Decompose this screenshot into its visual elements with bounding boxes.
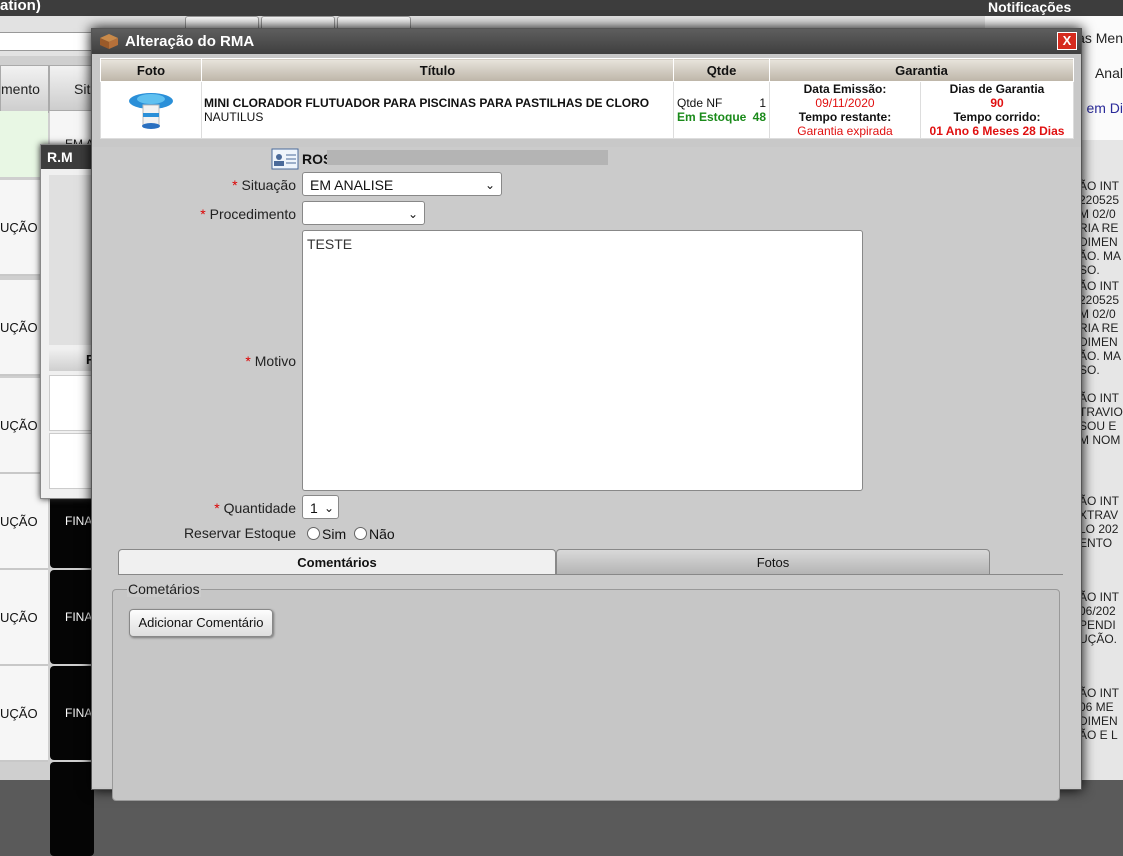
column-header-titulo: Título [201,58,674,82]
notification-item[interactable]: ÃO INT 220525 M 02/0 RIA RE DIMEN ÃO. MA… [1079,279,1123,377]
radio-nao[interactable] [354,527,368,540]
quantidade-select[interactable]: 1 ⌄ [302,495,339,519]
tab-comentarios[interactable]: Comentários [118,549,556,575]
background-rm-panel [49,175,95,345]
client-card-icon [271,148,299,170]
stock-value: 48 [752,110,766,124]
background-rm-header: F [49,349,95,371]
add-comment-button[interactable]: Adicionar Comentário [129,609,273,637]
qtde-nf-label: Qtde NF [677,96,723,110]
radio-nao-label: Não [369,526,395,542]
dialog-titlebar[interactable]: Alteração do RMA X [92,29,1081,54]
situacao-label: * Situação [232,177,296,193]
background-titlebar: ation) [0,0,985,16]
product-photo-cell [100,81,202,139]
notification-item[interactable]: ÃO INT 06 ME DIMEN ÃO E L [1079,686,1123,742]
issue-date-value: 09/11/2020 [815,96,875,110]
background-title: ation) [0,0,41,14]
chevron-down-icon: ⌄ [323,501,334,515]
background-row-situation: UÇÃO [0,666,48,762]
warranty-date-cell: Data Emissão: 09/11/2020 Tempo restante:… [769,81,921,139]
qtde-nf-value: 1 [759,96,766,110]
column-header-foto: Foto [100,58,202,82]
tab-divider [118,574,1063,575]
background-rm-window-title: R.M [41,145,95,169]
reservar-estoque-options: Sim Não [307,526,395,542]
comentarios-fieldset: Cometários Adicionar Comentário [112,581,1060,801]
stock-label: Em Estoque [677,110,747,124]
package-icon [100,34,118,49]
column-header-qtde: Qtde [673,58,770,82]
warranty-days-cell: Dias de Garantia 90 Tempo corrido: 01 An… [920,81,1074,139]
product-image[interactable] [121,87,181,133]
remaining-time-value: Garantia expirada [797,124,893,138]
notification-item[interactable]: ÃO INT TRAVIO SOU E M NOM [1079,391,1123,447]
remaining-time-label: Tempo restante: [798,110,892,124]
issue-date-label: Data Emissão: [803,82,887,96]
background-status-badge: FINA [50,666,94,760]
notification-item[interactable]: ÃO INT 220525 M 02/0 RIA RE DIMEN ÃO. MA… [1079,179,1123,277]
reservar-estoque-label: Reservar Estoque [183,525,296,541]
close-button[interactable]: X [1057,32,1077,50]
procedimento-select[interactable]: ⌄ [302,201,425,225]
notification-link[interactable]: em Di [1086,100,1123,116]
background-column-header: Sit [49,65,95,111]
chevron-down-icon: ⌄ [484,178,495,192]
warranty-days-label: Dias de Garantia [949,82,1045,96]
quantidade-label: * Quantidade [214,500,296,516]
rma-form: ROS * Situação EM ANALISE ⌄ * Procediment… [92,147,1081,801]
comentarios-legend: Cometários [127,581,201,597]
radio-sim-label: Sim [322,526,347,542]
motivo-label: * Motivo [245,353,296,369]
elapsed-time-value: 01 Ano 6 Meses 28 Dias [929,124,1065,138]
product-brand: NAUTILUS [204,110,264,124]
background-rm-cell [49,375,97,431]
background-rm-window: R.M F [40,144,97,499]
background-column-header: mento [0,65,49,113]
product-title-cell: MINI CLORADOR FLUTUADOR PARA PISCINAS PA… [201,81,674,139]
notification-link[interactable]: Anal [1095,65,1123,81]
notification-link[interactable]: as Men [1077,30,1123,46]
product-title: MINI CLORADOR FLUTUADOR PARA PISCINAS PA… [204,96,650,110]
quantity-cell: Qtde NF 1 Em Estoque 48 [673,81,770,139]
background-status-badge [50,762,94,856]
background-row-situation: UÇÃO [0,570,48,666]
background-status-badge: FINA [50,570,94,664]
dialog-title: Alteração do RMA [125,33,255,50]
background-rm-cell [49,433,97,489]
notifications-title: Notificações [985,0,1123,16]
chevron-down-icon: ⌄ [407,207,418,221]
product-table: Foto Título Qtde Garantia MINI CLORADOR … [100,58,1074,139]
situacao-select[interactable]: EM ANALISE ⌄ [302,172,502,196]
radio-sim[interactable] [307,527,320,540]
notification-item[interactable]: ÃO INT 06/202 PENDI UÇÃO. [1079,590,1123,646]
procedimento-label: * Procedimento [200,206,296,222]
notification-item[interactable]: ÃO INT XTRAV LO 202 ENTO [1079,494,1123,550]
tab-fotos[interactable]: Fotos [556,549,990,575]
motivo-textarea[interactable]: TESTE [302,230,863,491]
elapsed-time-label: Tempo corrido: [953,110,1041,124]
column-header-garantia: Garantia [769,58,1074,82]
rma-edit-dialog: Alteração do RMA X Foto Título Qtde Gara… [91,28,1082,801]
client-name-redacted [327,150,608,165]
warranty-days-value: 90 [990,96,1004,110]
